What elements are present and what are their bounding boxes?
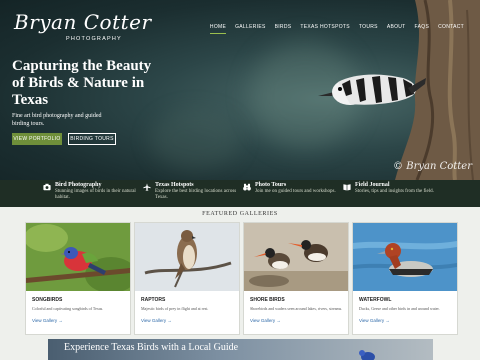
feature-text: Join me on guided tours and workshops.: [255, 189, 336, 194]
page: Bryan Cotter PHOTOGRAPHY HOME GALLERIES …: [0, 0, 480, 360]
nav-faqs[interactable]: FAQS: [415, 24, 430, 34]
airplane-icon: [143, 183, 151, 191]
nav-texas-hotspots[interactable]: TEXAS HOTSPOTS: [300, 24, 350, 34]
card-description: Colorful and captivating songbirds of Te…: [32, 306, 104, 311]
nav-contact[interactable]: CONTACT: [438, 24, 464, 34]
view-gallery-link[interactable]: View Gallery →: [32, 318, 63, 323]
view-gallery-link[interactable]: View Gallery →: [359, 318, 390, 323]
guide-banner[interactable]: Experience Texas Birds with a Local Guid…: [48, 339, 433, 360]
feature-strip: Bird Photography Stunning images of bird…: [0, 180, 480, 207]
card-description: Shorebirds and waders seen around lakes,…: [250, 306, 343, 311]
card-title: RAPTORS: [141, 297, 166, 303]
oystercatchers-image: [244, 223, 348, 291]
book-icon: [343, 184, 351, 191]
feature-photo-tours[interactable]: Photo Tours Join me on guided tours and …: [240, 180, 340, 207]
warbler-bird-image: [318, 74, 426, 105]
feature-text: Explore the best birding locations acros…: [155, 189, 237, 200]
redhead-duck-image: [353, 223, 457, 291]
gallery-card-waterfowl[interactable]: WATERFOWL Ducks, Geese and other birds i…: [352, 222, 458, 335]
hero-section: Bryan Cotter PHOTOGRAPHY HOME GALLERIES …: [0, 0, 480, 180]
blue-bird-image: [359, 350, 375, 360]
feature-title: Field Journal: [355, 182, 390, 188]
card-description: Majestic birds of prey in flight and at …: [141, 306, 209, 311]
view-gallery-link[interactable]: View Gallery →: [250, 318, 281, 323]
banner-heading: Experience Texas Birds with a Local Guid…: [64, 342, 239, 353]
card-title: SONGBIRDS: [32, 297, 63, 303]
site-logo[interactable]: Bryan Cotter PHOTOGRAPHY: [14, 10, 152, 42]
nav-galleries[interactable]: GALLERIES: [235, 24, 266, 34]
photographer-signature: © Bryan Cotter: [393, 161, 472, 172]
card-title: WATERFOWL: [359, 297, 392, 303]
gallery-card-shore-birds[interactable]: SHORE BIRDS Shorebirds and waders seen a…: [243, 222, 349, 335]
feature-title: Photo Tours: [255, 182, 287, 188]
binoculars-icon: [243, 183, 251, 191]
hero-title: Capturing the Beauty of Birds & Nature i…: [12, 58, 152, 108]
featured-galleries-heading: FEATURED GALLERIES: [202, 211, 278, 217]
hero-background-blur: [150, 110, 240, 170]
nav-birds[interactable]: BIRDS: [275, 24, 292, 34]
nav-about[interactable]: ABOUT: [387, 24, 406, 34]
feature-field-journal[interactable]: Field Journal Stories, tips and insights…: [340, 180, 440, 207]
view-portfolio-button[interactable]: VIEW PORTFOLIO: [12, 133, 62, 145]
painted-bunting-image: [24, 223, 137, 293]
gallery-cards: SONGBIRDS Colorful and captivating songb…: [24, 222, 458, 335]
card-description: Ducks, Geese and other birds in and arou…: [359, 306, 440, 311]
feature-text: Stories, tips and insights from the fiel…: [355, 189, 434, 194]
feature-title: Bird Photography: [55, 182, 102, 188]
nav-tours[interactable]: TOURS: [359, 24, 378, 34]
main-nav: HOME GALLERIES BIRDS TEXAS HOTSPOTS TOUR…: [209, 24, 464, 34]
hawk-image: [135, 223, 239, 291]
logo-script-text: Bryan Cotter: [14, 10, 152, 34]
feature-texas-hotspots[interactable]: Texas Hotspots Explore the best birding …: [140, 180, 240, 207]
gallery-card-raptors[interactable]: RAPTORS Majestic birds of prey in flight…: [134, 222, 240, 335]
logo-subtitle: PHOTOGRAPHY: [66, 36, 122, 42]
feature-title: Texas Hotspots: [155, 182, 194, 188]
camera-icon: [43, 183, 51, 191]
view-gallery-link[interactable]: View Gallery →: [141, 318, 172, 323]
feature-bird-photography[interactable]: Bird Photography Stunning images of bird…: [40, 180, 140, 207]
feature-text: Stunning images of birds in their natura…: [55, 189, 136, 200]
nav-home[interactable]: HOME: [209, 24, 227, 34]
gallery-card-songbirds[interactable]: SONGBIRDS Colorful and captivating songb…: [24, 222, 137, 335]
card-title: SHORE BIRDS: [250, 297, 285, 303]
birding-tours-button[interactable]: BIRDING TOURS: [68, 133, 116, 145]
hero-subtitle: Fine art bird photography and guided bir…: [12, 113, 102, 127]
